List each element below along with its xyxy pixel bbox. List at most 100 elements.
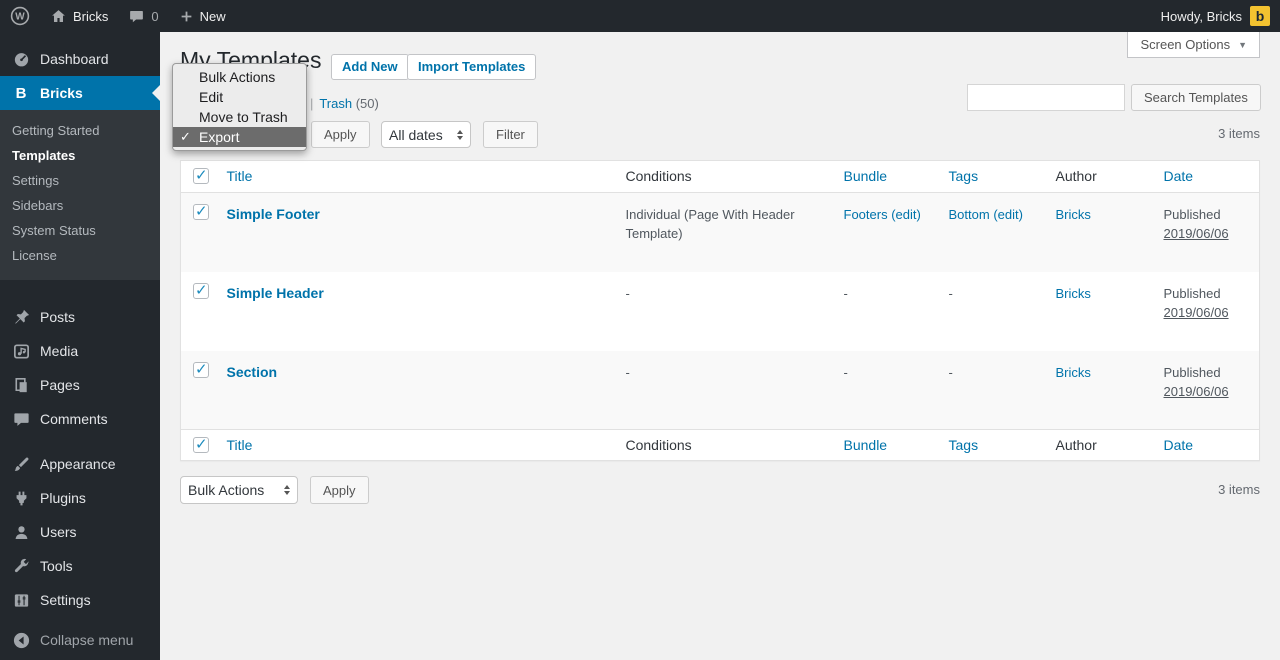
sidebar-subitem-sidebars[interactable]: Sidebars: [0, 193, 160, 218]
search-templates-button[interactable]: Search Templates: [1131, 84, 1261, 111]
bulk-action-option-label: Bulk Actions: [199, 69, 276, 85]
view-trash-count: (50): [355, 96, 379, 111]
bulk-actions-value: Bulk Actions: [188, 482, 265, 498]
search-input[interactable]: [967, 84, 1125, 111]
add-new-button[interactable]: Add New: [331, 54, 409, 80]
sidebar-item-media[interactable]: Media: [0, 334, 160, 368]
select-all-checkbox[interactable]: [193, 166, 209, 184]
row-checkbox[interactable]: [193, 281, 209, 300]
account-menu[interactable]: Howdy, Bricks b: [1161, 0, 1280, 32]
author-link[interactable]: Bricks: [1056, 286, 1091, 301]
sidebar-item-bricks[interactable]: B Bricks: [0, 76, 160, 110]
apply-button-bottom[interactable]: Apply: [310, 476, 369, 504]
row-checkbox[interactable]: [193, 360, 209, 379]
bricks-icon: B: [15, 84, 27, 102]
sort-link-tags[interactable]: Tags: [949, 168, 979, 184]
conditions-text: Individual (Page With Header Template): [625, 207, 795, 241]
wordpress-logo-menu[interactable]: W: [0, 0, 40, 32]
media-icon: [11, 342, 31, 361]
sort-link-date[interactable]: Date: [1164, 437, 1194, 453]
sort-link-title[interactable]: Title: [227, 437, 253, 453]
tags-empty: -: [948, 364, 953, 380]
home-icon: [52, 9, 65, 22]
sidebar-item-comments[interactable]: Comments: [0, 402, 160, 436]
template-title-link[interactable]: Simple Footer: [227, 206, 320, 222]
sidebar-item-users[interactable]: Users: [0, 515, 160, 549]
bundle-link[interactable]: Footers: [844, 207, 888, 222]
column-header-bundle: Bundle: [833, 160, 939, 193]
admin-sidebar: Dashboard B Bricks Getting Started Templa…: [0, 32, 160, 660]
sidebar-item-pages[interactable]: Pages: [0, 368, 160, 402]
screen-options-button[interactable]: Screen Options ▼: [1127, 32, 1260, 58]
items-count-bottom: 3 items: [1218, 482, 1260, 497]
column-header-date: Date: [1153, 429, 1260, 461]
tags-edit-link[interactable]: (edit): [993, 207, 1023, 222]
bulk-action-option-bulk-actions[interactable]: Bulk Actions: [173, 67, 306, 87]
sidebar-item-label: Appearance: [40, 456, 116, 472]
sidebar-item-plugins[interactable]: Plugins: [0, 481, 160, 515]
conditions-text: -: [625, 364, 630, 380]
comment-bubble-icon: [130, 10, 144, 22]
column-header-tags: Tags: [938, 429, 1046, 461]
import-templates-button[interactable]: Import Templates: [407, 54, 537, 80]
table-row-section: Section - - - Bricks Published 2019/06/06: [180, 350, 1260, 430]
bundle-empty: -: [843, 285, 848, 301]
new-menu[interactable]: New: [169, 0, 236, 32]
sort-link-title[interactable]: Title: [227, 168, 253, 184]
column-header-conditions: Conditions: [615, 429, 834, 461]
apply-button-top[interactable]: Apply: [311, 121, 370, 148]
sort-link-bundle[interactable]: Bundle: [844, 168, 888, 184]
bulk-actions-dropdown-open: Bulk Actions Edit Move to Trash ✓ Export: [172, 63, 307, 151]
sidebar-subitem-getting-started[interactable]: Getting Started: [0, 118, 160, 143]
sidebar-subitem-settings[interactable]: Settings: [0, 168, 160, 193]
author-link[interactable]: Bricks: [1056, 365, 1091, 380]
bundle-edit-link[interactable]: (edit): [891, 207, 921, 222]
select-stepper-icon: [284, 485, 290, 495]
filter-button[interactable]: Filter: [483, 121, 538, 148]
site-name-menu[interactable]: Bricks: [40, 0, 118, 32]
svg-text:W: W: [15, 12, 25, 23]
sidebar-item-dashboard[interactable]: Dashboard: [0, 42, 160, 76]
comments-count: 0: [151, 8, 159, 24]
sidebar-item-settings[interactable]: Settings: [0, 583, 160, 617]
collapse-menu-button[interactable]: Collapse menu: [0, 623, 160, 657]
tags-link[interactable]: Bottom: [949, 207, 990, 222]
select-stepper-icon: [457, 129, 463, 140]
sidebar-subitem-license[interactable]: License: [0, 243, 160, 268]
date-value: 2019/06/06: [1163, 304, 1229, 320]
bulk-action-option-move-to-trash[interactable]: Move to Trash: [173, 107, 306, 127]
wordpress-logo-icon: W: [10, 6, 30, 26]
sort-link-tags[interactable]: Tags: [949, 437, 979, 453]
bulk-actions-select-bottom[interactable]: Bulk Actions: [180, 476, 298, 504]
column-header-title: Title: [216, 429, 616, 461]
bulk-action-option-export[interactable]: ✓ Export: [173, 127, 306, 147]
sidebar-item-tools[interactable]: Tools: [0, 549, 160, 583]
template-title-link[interactable]: Simple Header: [227, 285, 324, 301]
template-title-link[interactable]: Section: [227, 364, 278, 380]
author-link[interactable]: Bricks: [1056, 207, 1091, 222]
comments-menu[interactable]: 0: [118, 0, 168, 32]
sidebar-item-posts[interactable]: Posts: [0, 300, 160, 334]
column-header-label: Author: [1055, 168, 1097, 184]
row-checkbox[interactable]: [193, 202, 209, 221]
column-header-tags: Tags: [938, 160, 1046, 193]
dates-select[interactable]: All dates: [381, 121, 471, 148]
select-all-checkbox[interactable]: [193, 435, 209, 453]
sidebar-item-label: Settings: [40, 592, 91, 608]
menu-separator: [0, 436, 160, 447]
main-content: My Templates Add New Import Templates Sc…: [160, 32, 1280, 660]
sort-link-date[interactable]: Date: [1164, 168, 1194, 184]
sidebar-subitem-system-status[interactable]: System Status: [0, 218, 160, 243]
sidebar-subitem-templates[interactable]: Templates: [0, 143, 160, 168]
sidebar-item-label: Posts: [40, 309, 76, 325]
column-header-author: Author: [1045, 160, 1154, 193]
bulk-action-option-label: Export: [199, 129, 240, 145]
table-row-simple-header: Simple Header - - - Bricks Published 2019/06/0…: [181, 272, 1260, 351]
bulk-action-option-label: Edit: [199, 89, 224, 105]
view-trash-link[interactable]: Trash: [319, 96, 352, 111]
dashboard-icon: [11, 50, 31, 69]
sort-link-bundle[interactable]: Bundle: [844, 437, 888, 453]
sidebar-item-label: Users: [40, 524, 77, 540]
sidebar-item-appearance[interactable]: Appearance: [0, 447, 160, 481]
bulk-action-option-edit[interactable]: Edit: [173, 87, 306, 107]
